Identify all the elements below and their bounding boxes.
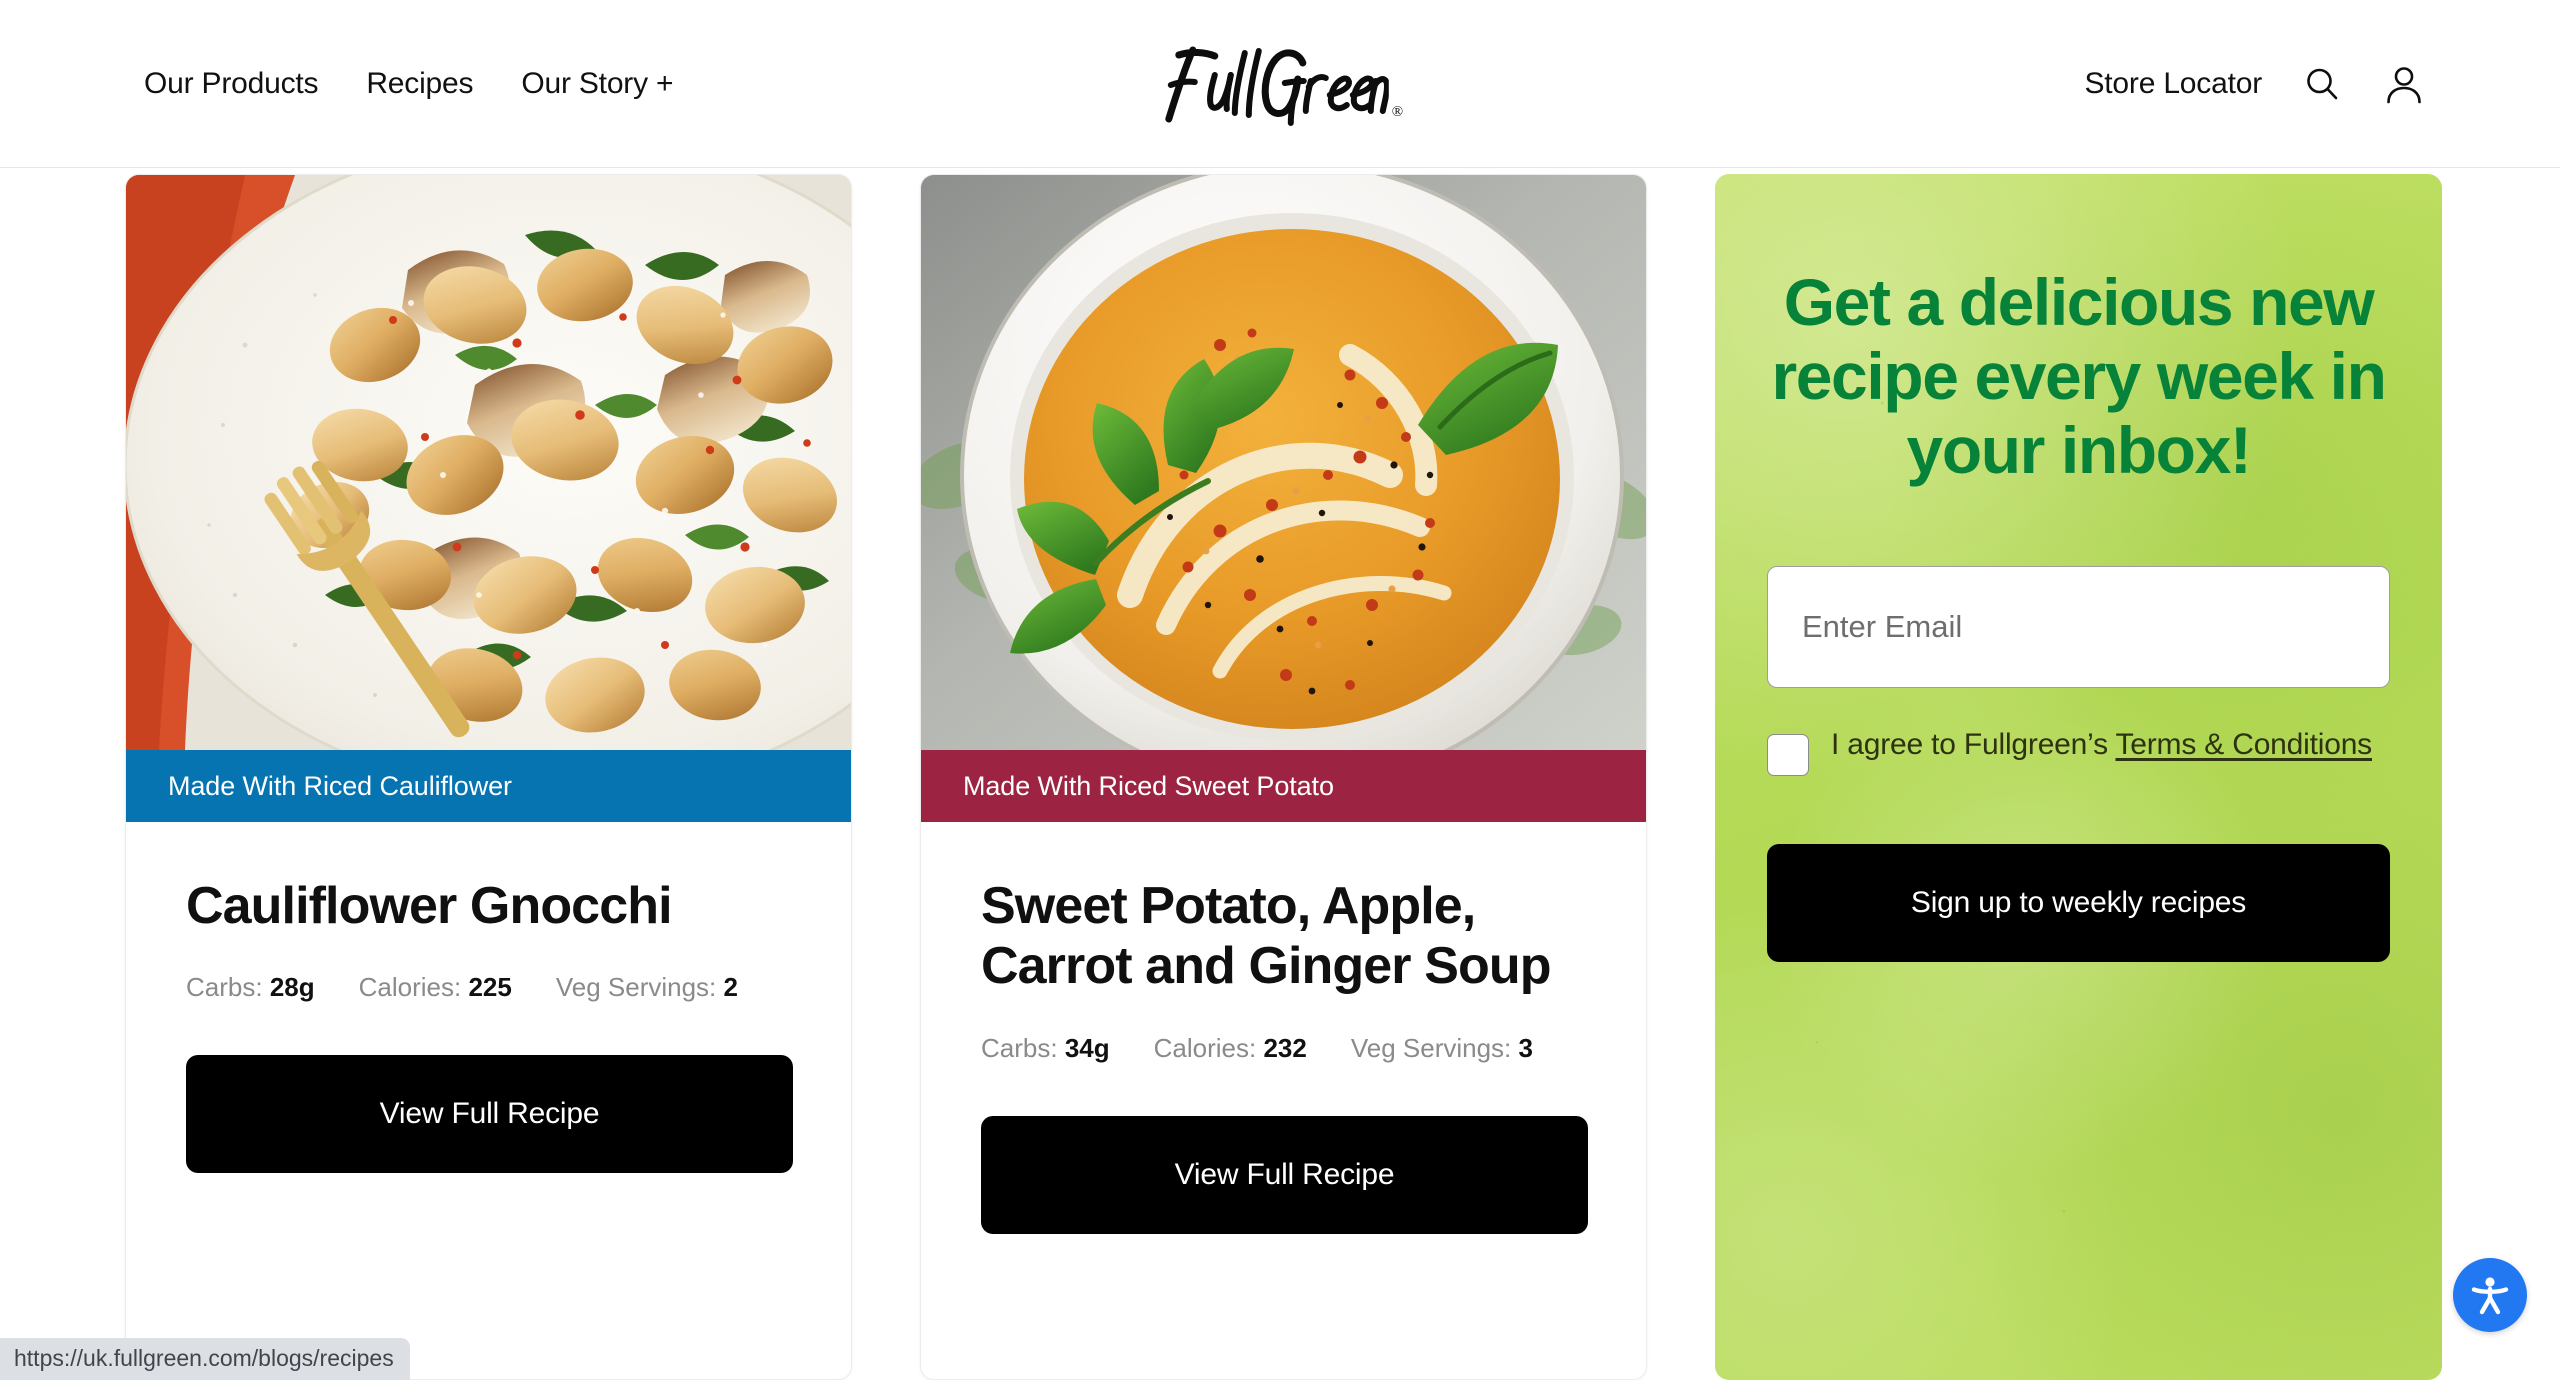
ribbon-label: Made With Riced Sweet Potato [963, 770, 1334, 801]
recipe-card-body: Cauliflower Gnocchi Carbs: 28g Calories:… [126, 822, 851, 1174]
nutrition-veg-servings: Veg Servings: 3 [1351, 1033, 1533, 1064]
nutrition-veg-servings: Veg Servings: 2 [556, 972, 738, 1003]
recipe-card-body: Sweet Potato, Apple, Carrot and Ginger S… [921, 822, 1646, 1234]
recipes-grid-section: Made With Riced Cauliflower Cauliflower … [0, 168, 2560, 1380]
ribbon-label: Made With Riced Cauliflower [168, 770, 512, 801]
nutrition-calories-label: Calories: [358, 972, 462, 1003]
recipe-ribbon: Made With Riced Sweet Potato [921, 750, 1646, 822]
nutrition-carbs-value: 34g [1064, 1032, 1110, 1063]
primary-navigation: Our Products Recipes Our Story + [144, 67, 674, 101]
nutrition-veg-servings-value: 3 [1518, 1032, 1533, 1063]
sweet-potato-soup-photo [921, 175, 1646, 750]
store-locator-link[interactable]: Store Locator [2084, 67, 2262, 101]
accessibility-widget-button[interactable] [2453, 1258, 2527, 1332]
soup-photo-illustration [921, 175, 1646, 750]
nutrition-calories: Calories: 232 [1154, 1033, 1307, 1064]
nutrition-carbs-label: Carbs: [186, 972, 263, 1003]
recipe-title: Sweet Potato, Apple, Carrot and Ginger S… [981, 877, 1551, 996]
terms-consent-prefix: I agree to Fullgreen’s [1831, 727, 2116, 761]
view-full-recipe-button[interactable]: View Full Recipe [186, 1055, 793, 1174]
recipe-nutrition: Carbs: 28g Calories: 225 Veg Servings: 2 [186, 972, 791, 1003]
nutrition-carbs: Carbs: 34g [981, 1033, 1110, 1064]
terms-consent-label: I agree to Fullgreen’s Terms & Condition… [1831, 724, 2372, 765]
nutrition-calories-value: 232 [1263, 1032, 1307, 1063]
newsletter-consent-row: I agree to Fullgreen’s Terms & Condition… [1767, 724, 2390, 776]
terms-consent-checkbox[interactable] [1767, 733, 1809, 776]
nutrition-carbs-value: 28g [269, 972, 315, 1003]
browser-status-url: https://uk.fullgreen.com/blogs/recipes [0, 1338, 410, 1380]
search-icon [2307, 68, 2338, 99]
accessibility-person-icon [2471, 1277, 2509, 1315]
view-full-recipe-button[interactable]: View Full Recipe [981, 1115, 1588, 1234]
recipe-card[interactable]: Made With Riced Sweet Potato Sweet Potat… [920, 174, 1647, 1380]
fullgreen-wordmark-icon [1165, 46, 1389, 126]
nutrition-calories-label: Calories: [1153, 1032, 1257, 1063]
site-logo[interactable]: ® [1157, 41, 1403, 127]
nutrition-veg-servings-value: 2 [723, 972, 738, 1003]
site-header: Our Products Recipes Our Story + ® Store… [0, 0, 2560, 168]
recipe-card[interactable]: Made With Riced Cauliflower Cauliflower … [125, 174, 852, 1380]
user-account-icon [2387, 66, 2421, 103]
newsletter-heading: Get a delicious new recipe every week in… [1771, 265, 2386, 487]
nutrition-veg-servings-label: Veg Servings: [555, 972, 717, 1003]
gnocchi-photo-illustration [126, 175, 851, 750]
newsletter-signup-panel: Get a delicious new recipe every week in… [1715, 174, 2442, 1380]
newsletter-email-input[interactable] [1767, 565, 2390, 688]
search-button[interactable] [2300, 62, 2344, 106]
cauliflower-gnocchi-photo [126, 175, 851, 750]
registered-trademark-icon: ® [1391, 103, 1404, 120]
recipe-cards-row: Made With Riced Cauliflower Cauliflower … [125, 174, 2442, 1380]
terms-and-conditions-link[interactable]: Terms & Conditions [2115, 728, 2372, 761]
nav-our-products[interactable]: Our Products [144, 67, 319, 101]
nutrition-carbs: Carbs: 28g [186, 972, 315, 1003]
recipe-ribbon: Made With Riced Cauliflower [126, 750, 851, 822]
nav-recipes[interactable]: Recipes [366, 67, 473, 101]
nutrition-calories-value: 225 [468, 972, 512, 1003]
nutrition-calories: Calories: 225 [359, 972, 512, 1003]
nutrition-carbs-label: Carbs: [981, 1032, 1058, 1063]
nutrition-veg-servings-label: Veg Servings: [1350, 1032, 1512, 1063]
recipe-title: Cauliflower Gnocchi [186, 877, 673, 935]
header-utility-nav: Store Locator [2084, 62, 2426, 106]
newsletter-signup-button[interactable]: Sign up to weekly recipes [1767, 843, 2390, 962]
account-button[interactable] [2382, 62, 2426, 106]
nav-our-story[interactable]: Our Story + [521, 67, 673, 101]
recipe-nutrition: Carbs: 34g Calories: 232 Veg Servings: 3 [981, 1033, 1586, 1064]
